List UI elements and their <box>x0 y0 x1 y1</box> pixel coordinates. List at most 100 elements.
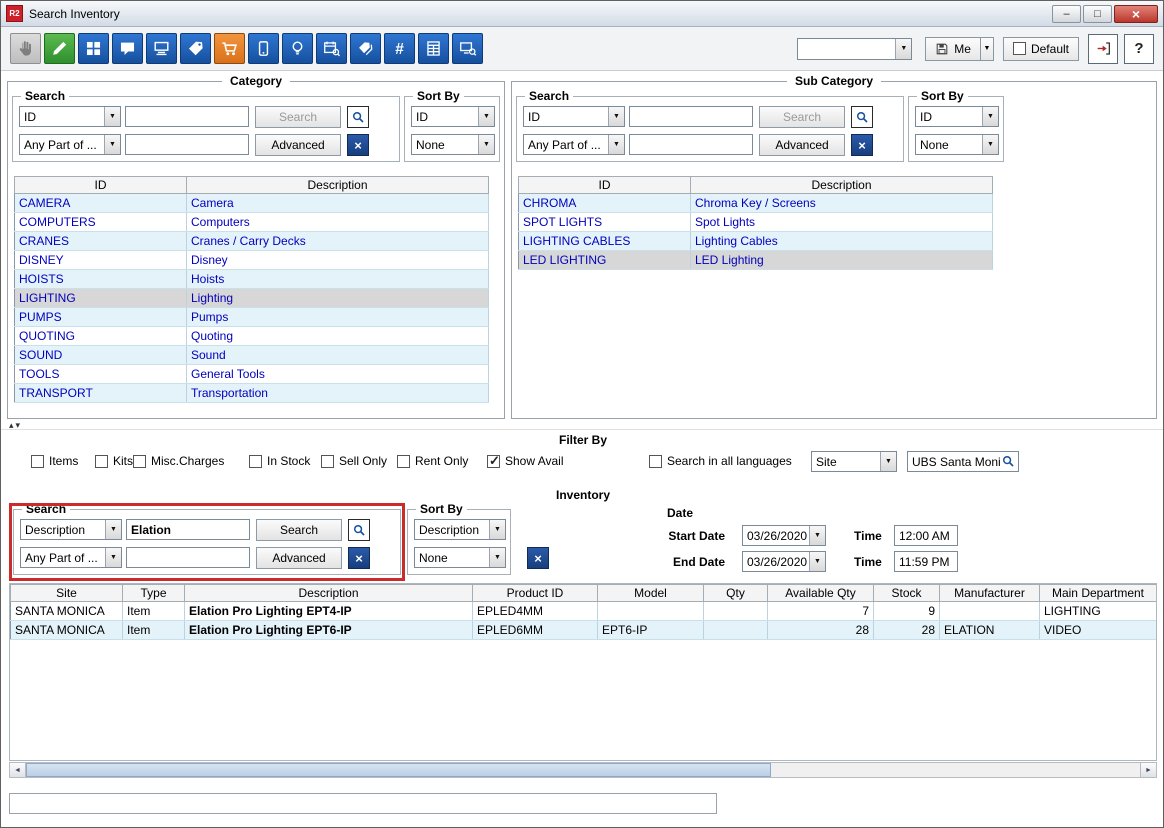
edit-pencil-icon[interactable] <box>44 33 75 64</box>
inventory-advanced-button[interactable]: Advanced <box>256 547 342 569</box>
filter-checkbox-sell-only[interactable]: Sell Only <box>321 453 387 469</box>
pan-hand-icon[interactable] <box>10 33 41 64</box>
toolbar-view-combo[interactable]: ▼ <box>797 38 912 60</box>
subcategory-search-button[interactable]: Search <box>759 106 845 128</box>
scroll-right-icon[interactable]: ► <box>1140 763 1156 777</box>
column-header[interactable]: Qty <box>704 585 768 602</box>
double-tags-icon[interactable] <box>350 33 381 64</box>
category-search-field-combo[interactable]: ID▼ <box>19 106 121 127</box>
chat-icon[interactable] <box>112 33 143 64</box>
table-row[interactable]: LED LIGHTINGLED Lighting <box>519 251 993 270</box>
checkbox-icon[interactable] <box>397 455 410 468</box>
subcategory-sort-secondary-combo[interactable]: None▼ <box>915 134 999 155</box>
table-row[interactable]: CAMERACamera <box>15 194 489 213</box>
category-advanced-button[interactable]: Advanced <box>255 134 341 156</box>
filter-checkbox-rent-only[interactable]: Rent Only <box>397 453 468 469</box>
scroll-left-icon[interactable]: ◄ <box>10 763 26 777</box>
checkbox-icon[interactable] <box>95 455 108 468</box>
column-header[interactable]: Model <box>598 585 704 602</box>
site-value-box[interactable]: UBS Santa Moni <box>907 451 1019 472</box>
start-time-input[interactable] <box>894 525 958 546</box>
category-search-input[interactable] <box>125 106 249 127</box>
inventory-magnifier-button[interactable] <box>348 519 370 541</box>
calendar-search-icon[interactable] <box>316 33 347 64</box>
table-row[interactable]: TRANSPORTTransportation <box>15 384 489 403</box>
table-row[interactable]: SANTA MONICAItemElation Pro Lighting EPT… <box>11 602 1157 621</box>
results-table[interactable]: SiteTypeDescriptionProduct IDModelQtyAva… <box>10 584 1157 640</box>
column-header[interactable]: ID <box>15 177 187 194</box>
table-row[interactable]: COMPUTERSComputers <box>15 213 489 232</box>
end-time-input[interactable] <box>894 551 958 572</box>
checkbox-icon[interactable] <box>487 455 500 468</box>
category-sort-primary-combo[interactable]: ID▼ <box>411 106 495 127</box>
inventory-reset-button[interactable]: × <box>527 547 549 569</box>
checkbox-icon[interactable] <box>649 455 662 468</box>
close-button[interactable]: × <box>1114 5 1158 23</box>
table-row[interactable]: CHROMAChroma Key / Screens <box>519 194 993 213</box>
table-row[interactable]: SANTA MONICAItemElation Pro Lighting EPT… <box>11 621 1157 640</box>
table-row[interactable]: SPOT LIGHTSSpot Lights <box>519 213 993 232</box>
table-row[interactable]: TOOLSGeneral Tools <box>15 365 489 384</box>
checkbox-icon[interactable] <box>321 455 334 468</box>
subcategory-sort-primary-combo[interactable]: ID▼ <box>915 106 999 127</box>
table-row[interactable]: HOISTSHoists <box>15 270 489 289</box>
maximize-button[interactable]: □ <box>1083 5 1112 23</box>
inventory-search-button[interactable]: Search <box>256 519 342 541</box>
terminal-icon[interactable] <box>146 33 177 64</box>
table-row[interactable]: PUMPSPumps <box>15 308 489 327</box>
category-search-input-2[interactable] <box>125 134 249 155</box>
filter-checkbox-misc-charges[interactable]: Misc.Charges <box>133 453 224 469</box>
site-combo[interactable]: Site▼ <box>811 451 897 472</box>
end-date-picker[interactable]: 03/26/2020▼ <box>742 551 826 572</box>
category-table[interactable]: IDDescription CAMERACameraCOMPUTERSCompu… <box>14 176 489 403</box>
spreadsheet-icon[interactable] <box>418 33 449 64</box>
me-split-button[interactable]: ▼ <box>981 37 994 61</box>
subcategory-search-input-2[interactable] <box>629 134 753 155</box>
inventory-sort-secondary-combo[interactable]: None▼ <box>414 547 506 568</box>
table-row[interactable]: LIGHTING CABLESLighting Cables <box>519 232 993 251</box>
exit-button[interactable] <box>1088 34 1118 64</box>
category-clear-button[interactable]: × <box>347 134 369 156</box>
column-header[interactable]: Type <box>123 585 185 602</box>
minimize-button[interactable]: – <box>1052 5 1081 23</box>
filter-checkbox-all-languages[interactable]: Search in all languages <box>649 453 792 469</box>
column-header[interactable]: Description <box>187 177 489 194</box>
inventory-search-input[interactable] <box>126 519 250 540</box>
horizontal-scrollbar[interactable]: ◄ ► <box>9 762 1157 778</box>
column-header[interactable]: Stock <box>874 585 940 602</box>
table-row[interactable]: QUOTINGQuoting <box>15 327 489 346</box>
column-header[interactable]: Product ID <box>473 585 598 602</box>
checkbox-icon[interactable] <box>31 455 44 468</box>
subcategory-magnifier-button[interactable] <box>851 106 873 128</box>
default-checkbox-button[interactable]: Default <box>1003 37 1079 61</box>
category-search-button[interactable]: Search <box>255 106 341 128</box>
hash-icon[interactable]: # <box>384 33 415 64</box>
filter-checkbox-show-avail[interactable]: Show Avail <box>487 453 563 469</box>
subcategory-advanced-button[interactable]: Advanced <box>759 134 845 156</box>
subcategory-table[interactable]: IDDescription CHROMAChroma Key / Screens… <box>518 176 993 270</box>
filter-checkbox-kits[interactable]: Kits <box>95 453 133 469</box>
column-header[interactable]: Description <box>185 585 473 602</box>
column-header[interactable]: Available Qty <box>768 585 874 602</box>
inventory-search-mode-combo[interactable]: Any Part of ...▼ <box>20 547 122 568</box>
lightbulb-icon[interactable] <box>282 33 313 64</box>
column-header[interactable]: Site <box>11 585 123 602</box>
subcategory-clear-button[interactable]: × <box>851 134 873 156</box>
inventory-search-field-combo[interactable]: Description▼ <box>20 519 122 540</box>
category-search-mode-combo[interactable]: Any Part of ...▼ <box>19 134 121 155</box>
table-row[interactable]: LIGHTINGLighting <box>15 289 489 308</box>
mobile-device-icon[interactable] <box>248 33 279 64</box>
cart-lock-icon[interactable] <box>214 33 245 64</box>
status-input[interactable] <box>9 793 717 814</box>
filter-checkbox-in-stock[interactable]: In Stock <box>249 453 310 469</box>
help-button[interactable]: ? <box>1124 34 1154 64</box>
category-magnifier-button[interactable] <box>347 106 369 128</box>
monitor-search-icon[interactable] <box>452 33 483 64</box>
column-header[interactable]: Description <box>691 177 993 194</box>
subcategory-search-field-combo[interactable]: ID▼ <box>523 106 625 127</box>
me-button[interactable]: Me <box>925 37 981 61</box>
price-tags-icon[interactable] <box>180 33 211 64</box>
default-checkbox[interactable] <box>1013 42 1026 55</box>
scrollbar-thumb[interactable] <box>26 763 771 777</box>
checkbox-icon[interactable] <box>133 455 146 468</box>
